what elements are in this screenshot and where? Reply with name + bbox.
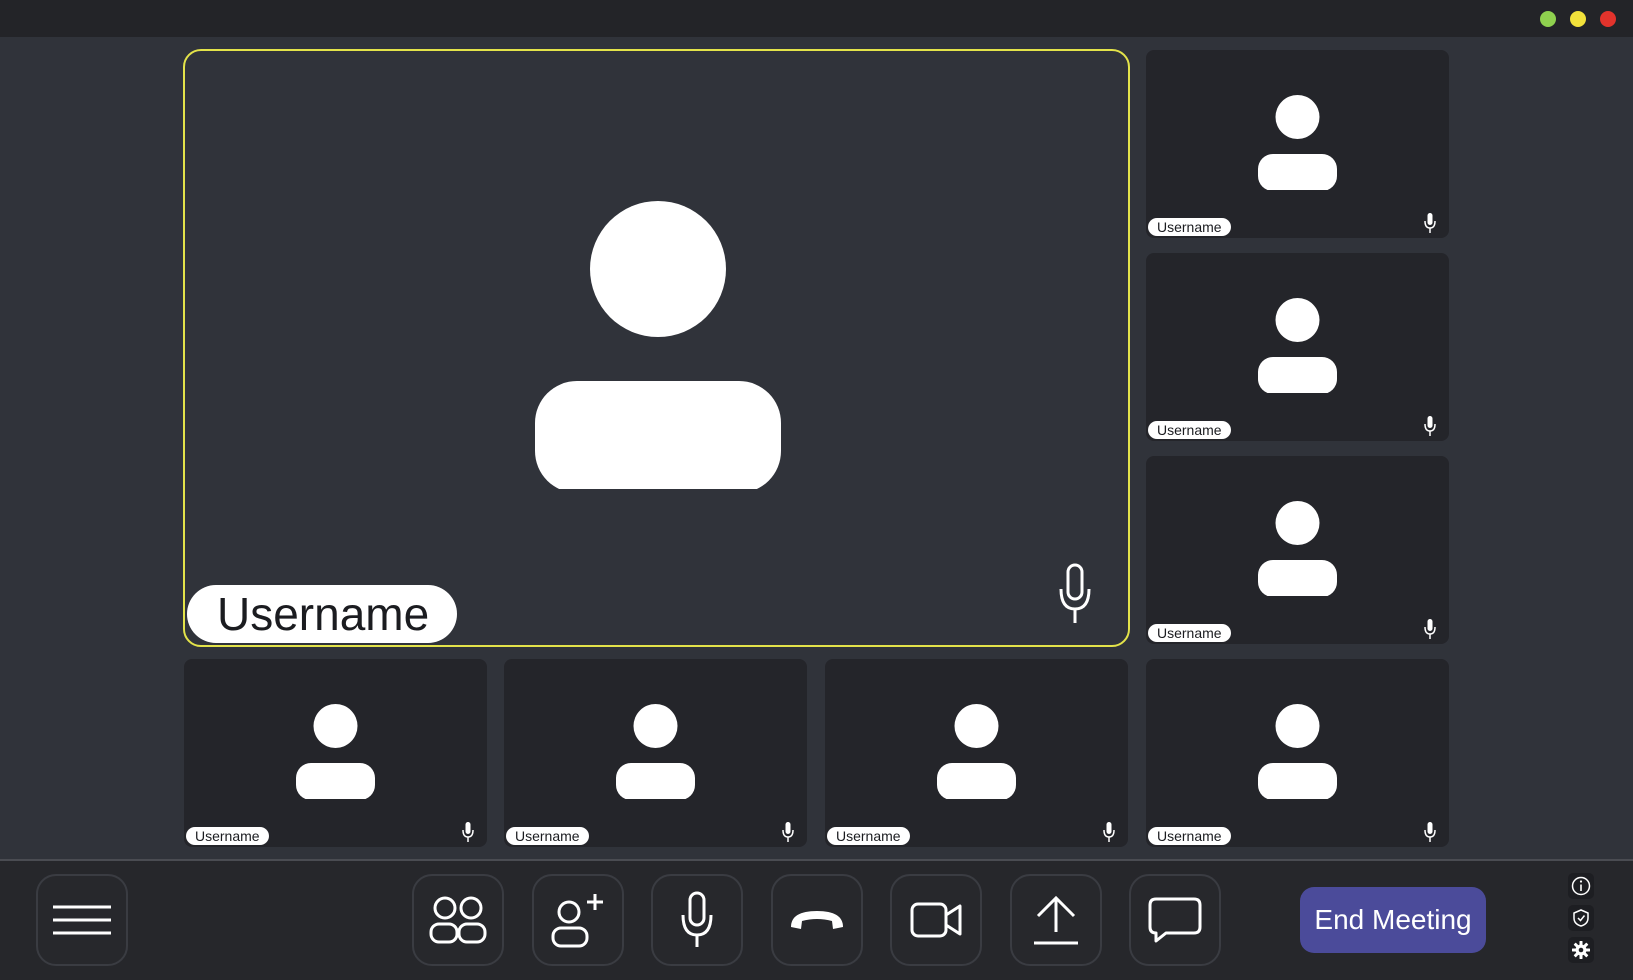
participant-tile[interactable]: Username [1146,659,1449,847]
username-label: Username [827,827,910,845]
microphone-icon [1424,619,1436,639]
user-avatar-icon [616,704,695,799]
user-avatar-icon [1258,704,1337,799]
participants-button[interactable] [412,874,504,966]
username-label: Username [186,827,269,845]
share-screen-icon [1034,895,1078,945]
meeting-toolbar: End Meeting [0,859,1633,980]
user-avatar-icon [1258,298,1337,393]
chat-icon [1148,897,1202,943]
participant-tile[interactable]: Username [504,659,807,847]
user-avatar-icon [1258,95,1337,190]
hang-up-icon [791,911,843,929]
video-grid: Username Username Username Username User… [0,37,1633,859]
username-label: Username [506,827,589,845]
user-avatar-icon [937,704,1016,799]
mute-button[interactable] [651,874,743,966]
user-avatar-icon [535,201,781,489]
username-label: Username [1148,218,1231,236]
microphone-icon [462,822,474,842]
window-minimize-icon[interactable] [1540,11,1556,27]
main-video-tile[interactable]: Username [183,49,1130,647]
security-button[interactable] [1568,905,1594,931]
end-meeting-button[interactable]: End Meeting [1300,887,1486,953]
participants-icon [429,896,487,944]
title-bar [0,0,1633,37]
video-button[interactable] [890,874,982,966]
microphone-icon [1059,563,1091,623]
info-button[interactable] [1568,873,1594,899]
chat-button[interactable] [1129,874,1221,966]
microphone-icon [782,822,794,842]
gear-icon [1572,941,1590,959]
info-icon [1571,876,1591,896]
shield-icon [1573,909,1589,927]
microphone-icon [1424,213,1436,233]
window-maximize-icon[interactable] [1570,11,1586,27]
participant-tile[interactable]: Username [1146,456,1449,644]
video-camera-icon [910,902,962,938]
window-close-icon[interactable] [1600,11,1616,27]
microphone-icon [1424,822,1436,842]
participant-tile[interactable]: Username [1146,253,1449,441]
username-label: Username [1148,624,1231,642]
participant-tile[interactable]: Username [1146,50,1449,238]
participant-tile[interactable]: Username [825,659,1128,847]
microphone-icon [1424,416,1436,436]
menu-button[interactable] [36,874,128,966]
share-screen-button[interactable] [1010,874,1102,966]
hang-up-button[interactable] [771,874,863,966]
settings-button[interactable] [1568,937,1594,963]
add-user-icon [551,894,603,948]
add-participant-button[interactable] [532,874,624,966]
microphone-icon [1103,822,1115,842]
menu-icon [53,905,111,935]
username-label: Username [187,585,458,643]
user-avatar-icon [1258,501,1337,596]
username-label: Username [1148,827,1231,845]
username-label: Username [1148,421,1231,439]
microphone-icon [681,891,713,947]
user-avatar-icon [296,704,375,799]
participant-tile[interactable]: Username [184,659,487,847]
